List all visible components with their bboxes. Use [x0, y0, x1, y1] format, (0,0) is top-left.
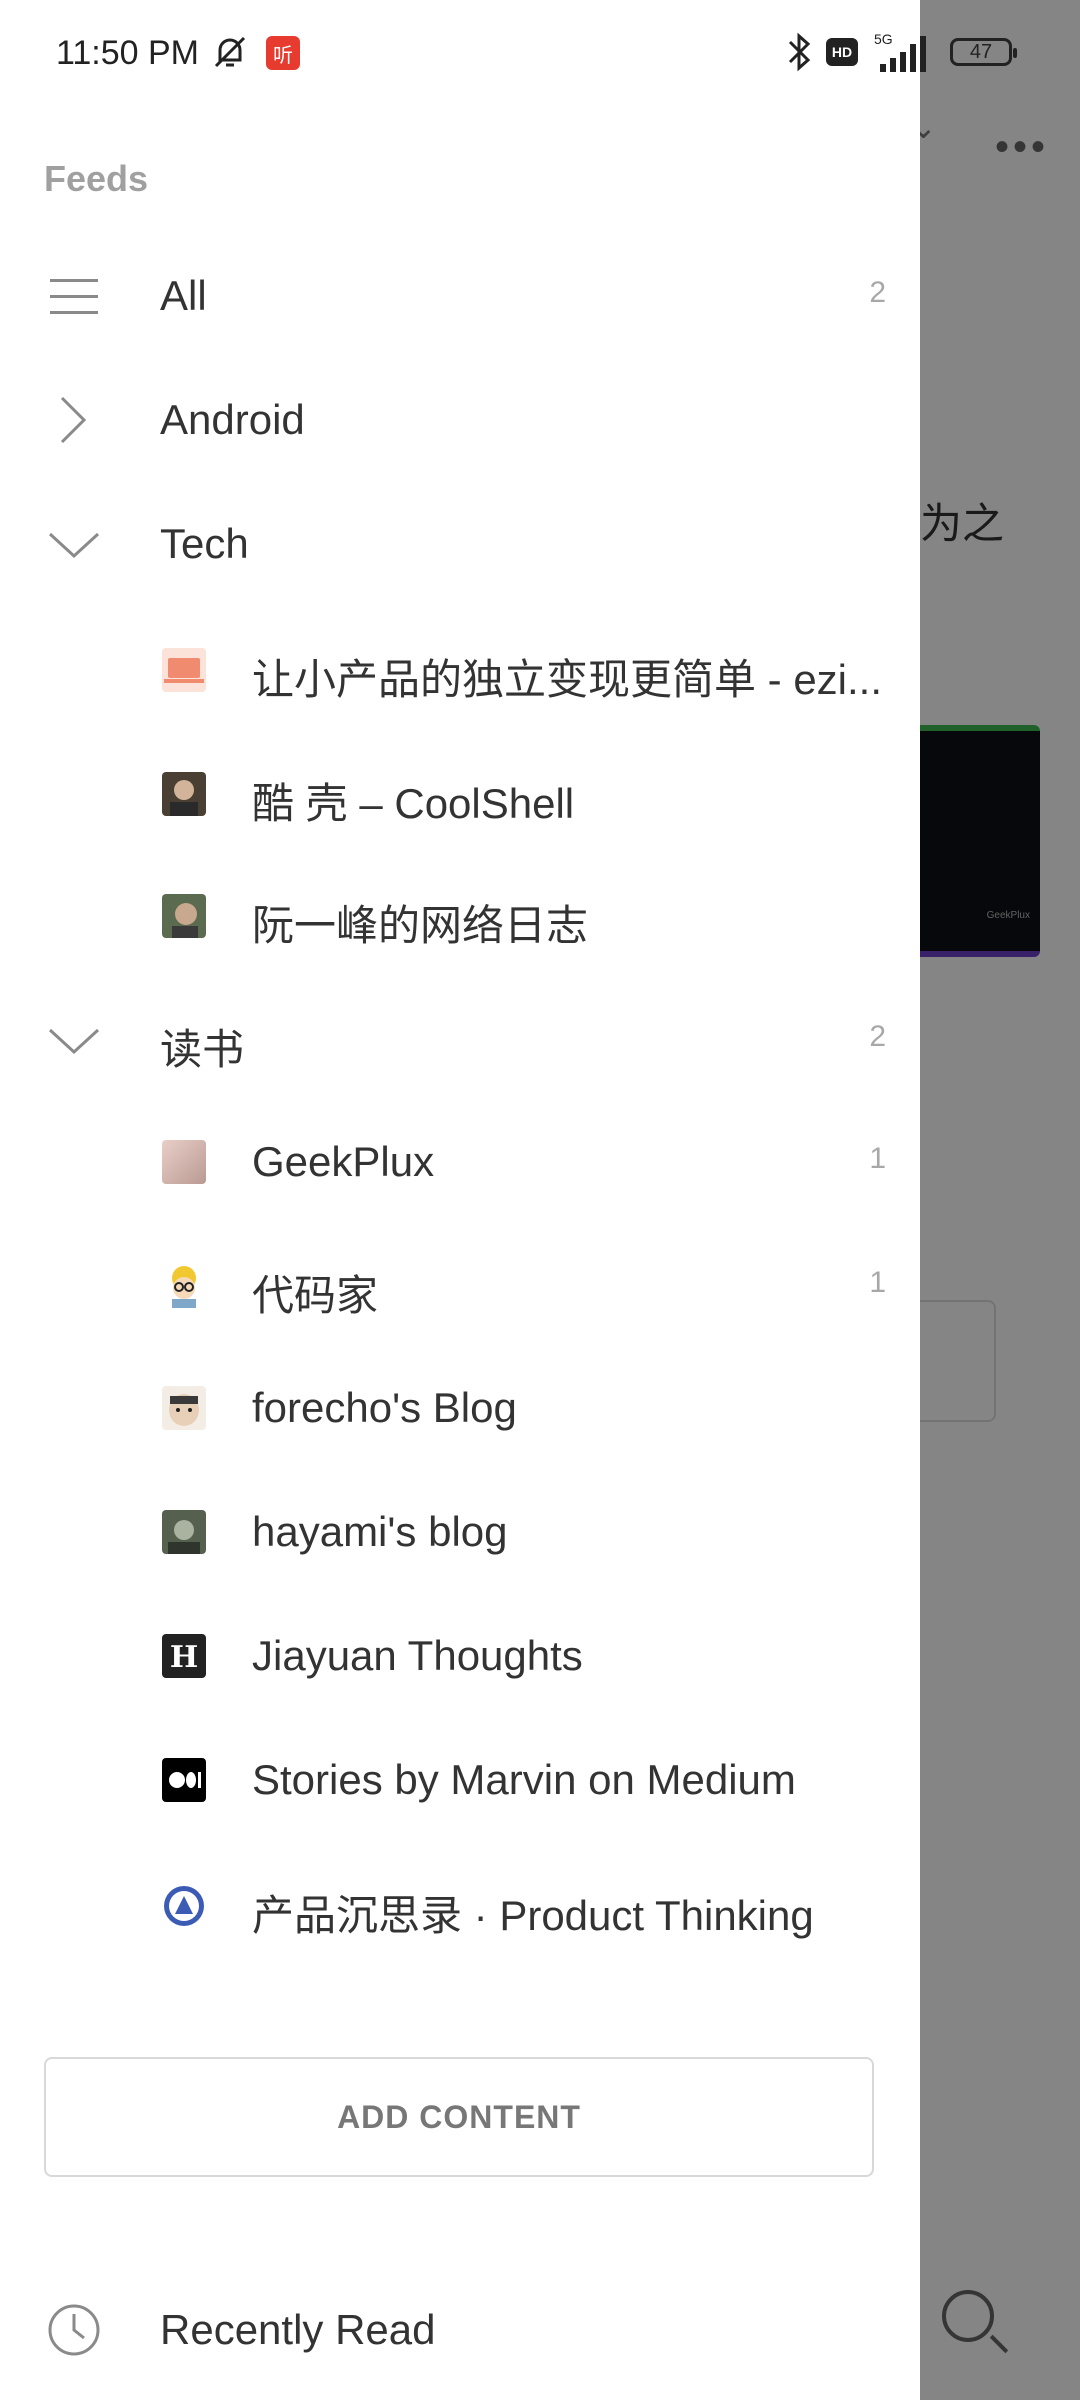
- chevron-right-icon[interactable]: [44, 390, 104, 450]
- group-label: Tech: [160, 520, 249, 567]
- notification-app-icon: 听: [266, 36, 300, 70]
- feed-row[interactable]: hayami's blog: [0, 1472, 920, 1592]
- cellular-signal-icon: 5G: [874, 31, 926, 72]
- group-label: Android: [160, 396, 305, 443]
- feed-label: 产品沉思录 · Product Thinking: [252, 1892, 814, 1939]
- feed-label: Stories by Marvin on Medium: [252, 1756, 796, 1803]
- feed-label: GeekPlux: [252, 1138, 435, 1185]
- feed-row[interactable]: H Jiayuan Thoughts: [0, 1596, 920, 1716]
- group-row-android[interactable]: Android: [0, 360, 920, 480]
- battery-icon: 47: [950, 38, 1017, 66]
- feed-row[interactable]: 让小产品的独立变现更简单 - ezi...: [0, 610, 920, 730]
- network-type-label: 5G: [874, 31, 893, 47]
- feed-label: Jiayuan Thoughts: [252, 1632, 583, 1679]
- unread-count: 2: [869, 1020, 886, 1053]
- bluetooth-icon: [788, 32, 811, 72]
- feed-favicon-icon: [162, 772, 206, 816]
- clock-icon: [48, 2304, 100, 2356]
- group-row-reading[interactable]: 读书 2: [0, 980, 920, 1100]
- feed-label-all: All: [160, 272, 207, 319]
- feed-favicon-icon: [162, 894, 206, 938]
- feed-favicon-icon: H: [162, 1634, 206, 1678]
- feed-favicon-icon: [162, 648, 206, 692]
- recently-read-label: Recently Read: [160, 2306, 436, 2353]
- feed-favicon-icon: [162, 1758, 206, 1802]
- hamburger-icon: [50, 279, 98, 314]
- feed-row[interactable]: 阮一峰的网络日志: [0, 856, 920, 976]
- chevron-down-icon[interactable]: [44, 1010, 104, 1070]
- unread-count: 1: [869, 1266, 886, 1299]
- group-row-tech[interactable]: Tech: [0, 484, 920, 604]
- feed-row-all[interactable]: All 2: [0, 236, 920, 356]
- feed-label: 酷 壳 – CoolShell: [252, 780, 575, 827]
- feed-label: hayami's blog: [252, 1508, 508, 1555]
- feed-favicon-icon: [162, 1510, 206, 1554]
- feed-row[interactable]: 产品沉思录 · Product Thinking: [0, 1846, 920, 1966]
- section-title-feeds: Feeds: [44, 158, 149, 199]
- svg-text:H: H: [170, 1640, 198, 1675]
- feed-row[interactable]: forecho's Blog: [0, 1348, 920, 1468]
- recently-read-row[interactable]: Recently Read: [0, 2270, 920, 2390]
- feed-row[interactable]: 代码家 1: [0, 1226, 920, 1346]
- add-content-button[interactable]: ADD CONTENT: [44, 2057, 874, 2177]
- feed-favicon-icon: [162, 1140, 206, 1184]
- feed-favicon-icon: [162, 1264, 206, 1308]
- feed-label: forecho's Blog: [252, 1384, 517, 1431]
- mute-bell-icon: [214, 36, 246, 68]
- hd-voice-icon: HD: [826, 38, 858, 66]
- feed-row[interactable]: 酷 壳 – CoolShell: [0, 734, 920, 854]
- feed-row[interactable]: Stories by Marvin on Medium: [0, 1720, 920, 1840]
- feed-label: 阮一峰的网络日志: [252, 902, 589, 949]
- status-bar: 11:50 PM 听 HD 5G 47: [0, 0, 1080, 105]
- feed-favicon-icon: [162, 1884, 206, 1928]
- feed-row[interactable]: GeekPlux 1: [0, 1102, 920, 1222]
- unread-count: 2: [869, 276, 886, 309]
- navigation-drawer: Feeds All 2 Android Tech 让小产品的独立变现更简单 - …: [0, 0, 920, 2400]
- status-time: 11:50 PM: [56, 34, 200, 72]
- feed-favicon-icon: [162, 1386, 206, 1430]
- feed-label: 代码家: [252, 1272, 379, 1319]
- chevron-down-icon[interactable]: [44, 514, 104, 574]
- group-label: 读书: [160, 1026, 245, 1073]
- feed-label: 让小产品的独立变现更简单 - ezi...: [252, 656, 883, 703]
- unread-count: 1: [869, 1142, 886, 1175]
